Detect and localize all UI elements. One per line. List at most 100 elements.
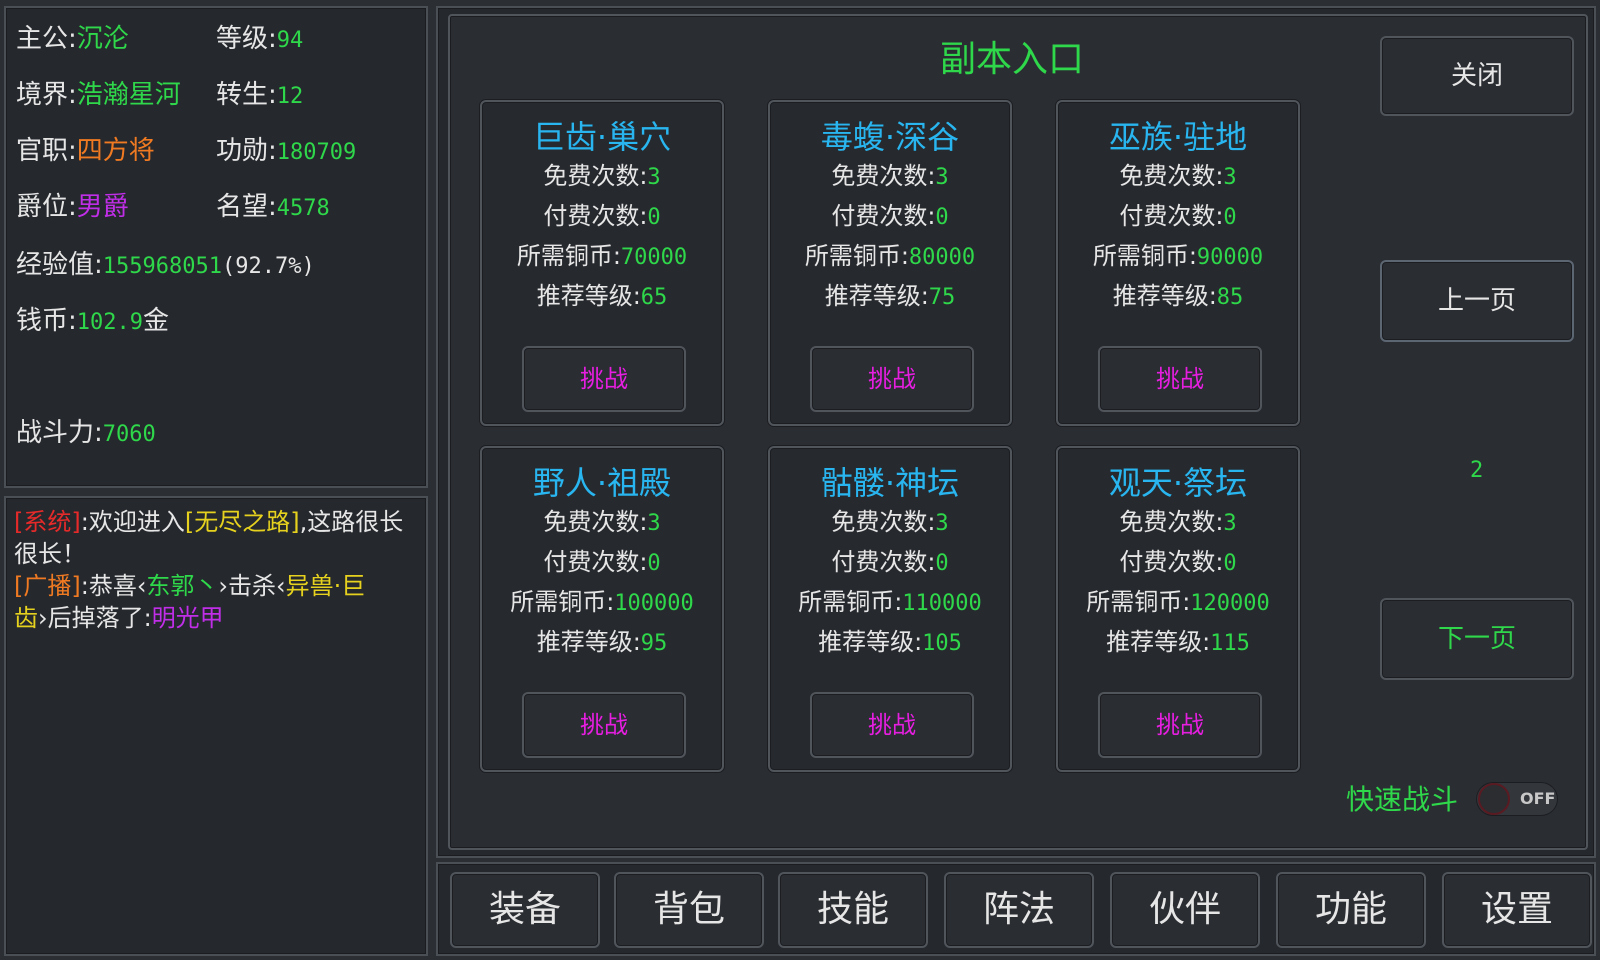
level-stat: 等级:94	[216, 18, 303, 55]
next-page-button[interactable]: 下一页	[1380, 598, 1574, 680]
dungeon-card: 巫族·驻地 免费次数:3 付费次数:0 所需铜币:90000 推荐等级:85 挑战	[1056, 100, 1300, 426]
fame-stat: 名望:4578	[216, 186, 330, 223]
office-value: 四方将	[76, 136, 155, 166]
item-name-link[interactable]: 明光甲	[152, 604, 224, 632]
prev-page-button[interactable]: 上一页	[1380, 260, 1574, 342]
dungeon-card: 巨齿·巢穴 免费次数:3 付费次数:0 所需铜币:70000 推荐等级:65 挑战	[480, 100, 724, 426]
cost-value: 70000	[620, 245, 688, 270]
power-stat: 战斗力:7060	[16, 412, 156, 449]
recommended-level-value: 115	[1210, 631, 1250, 656]
player-name-link[interactable]: 东郭丶	[146, 572, 218, 600]
dungeon-card: 野人·祖殿 免费次数:3 付费次数:0 所需铜币:100000 推荐等级:95 挑战	[480, 446, 724, 772]
free-count-label: 免费次数:	[831, 162, 936, 190]
recommended-level-label: 推荐等级:	[1112, 282, 1217, 310]
tab-5[interactable]: 功能	[1276, 872, 1426, 948]
paid-count-value: 0	[1223, 205, 1237, 230]
tab-6[interactable]: 设置	[1442, 872, 1592, 948]
tab-0[interactable]: 装备	[450, 872, 600, 948]
merit-label: 功勋:	[216, 136, 277, 166]
paid-count-row: 付费次数:0	[482, 196, 722, 231]
free-count-row: 免费次数:3	[770, 156, 1010, 191]
free-count-value: 3	[1223, 511, 1237, 536]
rebirth-stat: 转生:12	[216, 74, 303, 111]
rebirth-label: 转生:	[216, 80, 277, 110]
challenge-button[interactable]: 挑战	[522, 346, 686, 412]
coin-unit: 金	[143, 306, 170, 336]
dungeon-name: 野人·祖殿	[532, 464, 672, 502]
power-label: 战斗力:	[16, 418, 103, 448]
tab-3[interactable]: 阵法	[944, 872, 1094, 948]
chat-panel[interactable]: [系统]:欢迎进入[无尽之路],这路很长很长！ [广播]:恭喜‹东郭丶›击杀‹异…	[4, 496, 428, 956]
challenge-button[interactable]: 挑战	[1098, 692, 1262, 758]
recommended-level-value: 65	[640, 285, 668, 310]
power-value: 7060	[102, 422, 156, 447]
lord-stat: 主公:沉沦	[16, 18, 129, 55]
rebirth-value: 12	[276, 84, 304, 109]
coin-stat: 钱币:102.9金	[16, 300, 169, 337]
realm-label: 境界:	[16, 80, 77, 110]
cost-value: 120000	[1190, 591, 1270, 616]
cost-value: 90000	[1196, 245, 1264, 270]
challenge-button[interactable]: 挑战	[522, 692, 686, 758]
dungeon-name: 毒蝮·深谷	[820, 118, 960, 156]
chat-messages: [系统]:欢迎进入[无尽之路],这路很长很长！ [广播]:恭喜‹东郭丶›击杀‹异…	[14, 506, 420, 634]
chat-text: :恭喜‹	[80, 572, 147, 600]
realm-stat: 境界:浩瀚星河	[16, 74, 181, 111]
paid-count-label: 付费次数:	[1119, 548, 1224, 576]
merit-stat: 功勋:180709	[216, 130, 356, 167]
system-tag: [系统]	[14, 508, 81, 536]
tab-1[interactable]: 背包	[614, 872, 764, 948]
free-count-label: 免费次数:	[1119, 508, 1224, 536]
paid-count-row: 付费次数:0	[1058, 196, 1298, 231]
free-count-row: 免费次数:3	[1058, 156, 1298, 191]
paid-count-label: 付费次数:	[543, 202, 648, 230]
broadcast-tag: [广播]	[14, 572, 81, 600]
recommended-level-row: 推荐等级:105	[770, 622, 1010, 657]
panel-title: 副本入口	[940, 39, 1085, 80]
paid-count-value: 0	[647, 205, 661, 230]
challenge-button[interactable]: 挑战	[810, 346, 974, 412]
rank-value: 男爵	[76, 192, 129, 222]
chat-text: ›后掉落了:	[38, 604, 152, 632]
free-count-label: 免费次数:	[543, 508, 648, 536]
dungeon-card: 观天·祭坛免费次数:3 付费次数:0 所需铜币:120000 推荐等级:115 挑战	[1056, 446, 1300, 772]
free-count-value: 3	[647, 511, 661, 536]
recommended-level-label: 推荐等级:	[818, 628, 923, 656]
toggle-state-text: OFF	[1520, 789, 1556, 808]
recommended-level-value: 75	[928, 285, 956, 310]
cost-row: 所需铜币:70000	[482, 236, 722, 271]
coin-value: 102.9	[76, 310, 143, 335]
player-stats-panel: 主公:沉沦 等级:94 境界:浩瀚星河 转生:12 官职:四方将 功勋:1807…	[4, 6, 428, 488]
cost-value: 100000	[614, 591, 694, 616]
recommended-level-label: 推荐等级:	[536, 628, 641, 656]
paid-count-label: 付费次数:	[543, 548, 648, 576]
challenge-button[interactable]: 挑战	[810, 692, 974, 758]
paid-count-label: 付费次数:	[831, 202, 936, 230]
tab-2[interactable]: 技能	[778, 872, 928, 948]
cost-label: 所需铜币:	[1086, 588, 1191, 616]
dungeon-name: 骷髅·神坛	[820, 464, 960, 502]
lord-label: 主公:	[16, 24, 77, 54]
cost-label: 所需铜币:	[804, 242, 909, 270]
paid-count-value: 0	[935, 205, 949, 230]
cost-label: 所需铜币:	[798, 588, 903, 616]
free-count-label: 免费次数:	[831, 508, 936, 536]
level-value: 94	[276, 28, 304, 53]
paid-count-row: 付费次数:0	[1058, 542, 1298, 577]
cost-label: 所需铜币:	[516, 242, 621, 270]
close-button[interactable]: 关闭	[1380, 36, 1574, 116]
fast-battle-label: 快速战斗	[1346, 783, 1459, 816]
recommended-level-label: 推荐等级:	[1106, 628, 1211, 656]
dungeon-name: 观天·祭坛	[1108, 464, 1248, 502]
challenge-button[interactable]: 挑战	[1098, 346, 1262, 412]
exp-label: 经验值:	[16, 250, 103, 280]
fast-battle-toggle[interactable]: OFF	[1476, 782, 1558, 816]
recommended-level-value: 95	[640, 631, 668, 656]
office-stat: 官职:四方将	[16, 130, 155, 167]
exp-value: 155968051	[102, 254, 222, 279]
toggle-knob	[1478, 783, 1510, 815]
tab-4[interactable]: 伙伴	[1110, 872, 1260, 948]
cost-value: 110000	[902, 591, 982, 616]
recommended-level-value: 105	[922, 631, 962, 656]
cost-row: 所需铜币:120000	[1058, 582, 1298, 617]
